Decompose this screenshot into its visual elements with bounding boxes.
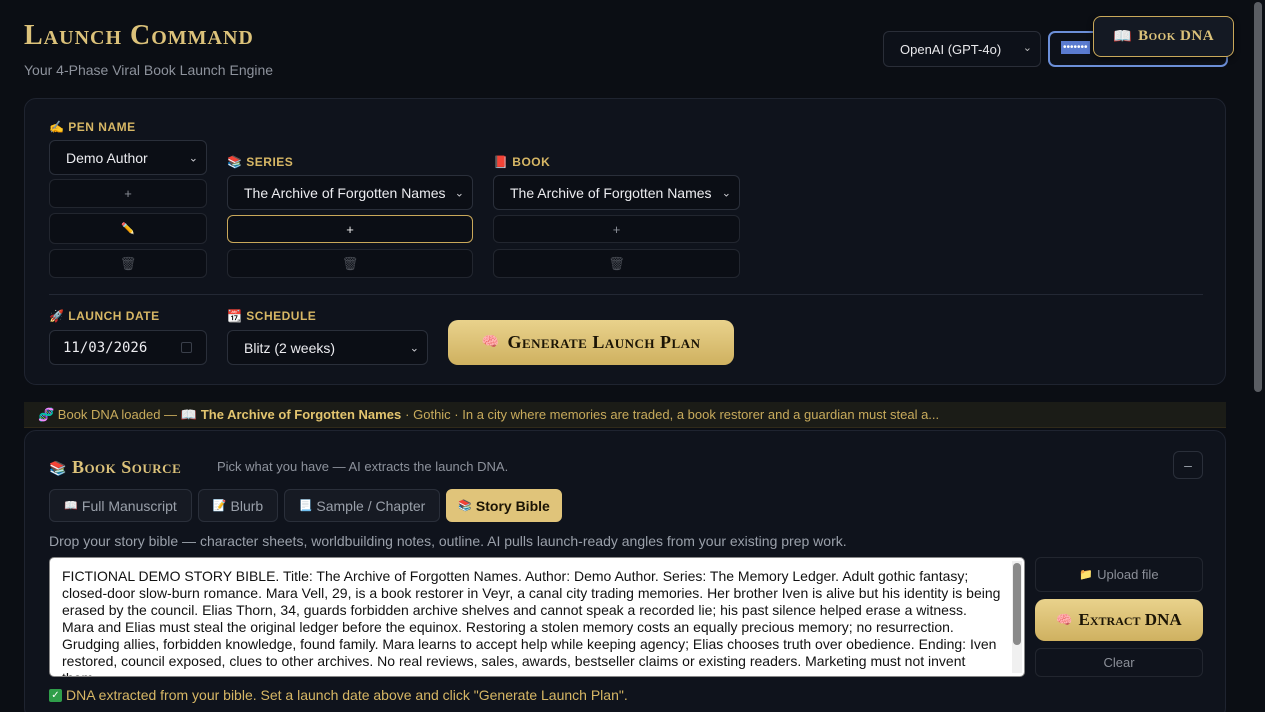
delete-pen-name-button[interactable]: 🗑: [49, 249, 207, 278]
app-title: Launch Command: [24, 20, 254, 51]
add-book-button[interactable]: +: [493, 215, 740, 243]
book-select[interactable]: The Archive of Forgotten Names ⌄: [493, 175, 740, 210]
add-series-button[interactable]: +: [227, 215, 473, 243]
chevron-down-icon: ⌄: [188, 152, 198, 164]
pencil-icon: ✏️: [121, 223, 135, 235]
delete-book-button[interactable]: 🗑: [493, 249, 740, 278]
tab-full-manuscript[interactable]: 📖 Full Manuscript: [49, 489, 192, 522]
clear-button[interactable]: Clear: [1035, 648, 1203, 677]
pen-name-label: ✍ Pen Name: [49, 120, 136, 134]
schedule-select[interactable]: Blitz (2 weeks) ⌄: [227, 330, 428, 365]
api-key-value: •••••••: [1061, 41, 1090, 54]
books-icon: 📚: [458, 500, 472, 512]
schedule-value: Blitz (2 weeks): [244, 339, 336, 356]
book-icon: 📖: [1112, 29, 1133, 45]
calendar-icon[interactable]: [181, 342, 192, 353]
book-value: The Archive of Forgotten Names: [510, 184, 712, 201]
schedule-label: 📆 Schedule: [227, 309, 317, 323]
extract-dna-button[interactable]: 🧠 Extract DNA: [1035, 599, 1203, 641]
book-source-subtitle: Pick what you have — AI extracts the lau…: [217, 459, 509, 474]
check-icon: ✓: [49, 688, 62, 702]
launch-date-input[interactable]: 11/03/2026: [49, 330, 207, 365]
book-dna-button[interactable]: 📖 Book DNA: [1093, 16, 1234, 57]
memo-icon: 📝: [212, 500, 227, 512]
pen-name-select[interactable]: Demo Author ⌄: [49, 140, 207, 175]
series-label: 📚 Series: [227, 155, 294, 169]
add-pen-name-button[interactable]: +: [49, 179, 207, 208]
folder-icon: 📁: [1079, 569, 1094, 581]
series-select[interactable]: The Archive of Forgotten Names ⌄: [227, 175, 473, 210]
textarea-scrollbar[interactable]: [1012, 561, 1022, 673]
generate-label: Generate Launch Plan: [507, 332, 701, 352]
tab-blurb[interactable]: 📝 Blurb: [198, 489, 278, 522]
brain-icon: 🧠: [481, 335, 500, 350]
trash-icon: 🗑: [608, 255, 625, 271]
book-icon: 📖: [64, 500, 78, 512]
source-hint: Drop your story bible — character sheets…: [49, 533, 847, 549]
launch-date-value: 11/03/2026: [63, 339, 148, 356]
calendar-icon: 📆: [227, 309, 243, 323]
edit-pen-name-button[interactable]: ✏️: [49, 213, 207, 244]
red-book-icon: 📕: [493, 155, 509, 169]
app-subtitle: Your 4-Phase Viral Book Launch Engine: [24, 62, 274, 78]
pen-name-value: Demo Author: [66, 149, 148, 166]
books-icon: 📚: [227, 155, 243, 169]
rocket-icon: 🚀: [49, 309, 65, 323]
book-dna-label: Book DNA: [1138, 28, 1215, 44]
books-icon: 📚: [49, 462, 67, 477]
chevron-down-icon: ⌄: [1022, 42, 1032, 54]
dna-loaded-banner: 🧬 Book DNA loaded — 📖 The Archive of For…: [24, 402, 1226, 428]
page-icon: 📃: [298, 500, 313, 512]
upload-file-button[interactable]: 📁 Upload file: [1035, 557, 1203, 592]
series-value: The Archive of Forgotten Names: [244, 184, 446, 201]
provider-select[interactable]: OpenAI (GPT-4o) ⌄: [883, 31, 1041, 67]
setup-panel: ✍ Pen Name Demo Author ⌄ + ✏️ 🗑 📚 Series…: [24, 98, 1226, 385]
divider: [49, 294, 1203, 295]
delete-series-button[interactable]: 🗑: [227, 249, 473, 278]
chevron-down-icon: ⌄: [409, 342, 419, 354]
trash-icon: 🗑: [119, 255, 137, 271]
story-bible-textarea[interactable]: FICTIONAL DEMO STORY BIBLE. Title: The A…: [49, 557, 1025, 677]
extraction-status: ✓ DNA extracted from your bible. Set a l…: [49, 687, 628, 703]
tab-sample-chapter[interactable]: 📃 Sample / Chapter: [284, 489, 440, 522]
book-source-title: 📚 Book Source: [49, 457, 182, 477]
book-source-panel: 📚 Book Source Pick what you have — AI ex…: [24, 430, 1226, 712]
banner-details: · Gothic · In a city where memories are …: [405, 407, 940, 422]
provider-value: OpenAI (GPT-4o): [900, 41, 1002, 57]
launch-date-label: 🚀 Launch Date: [49, 309, 160, 323]
page-scrollbar[interactable]: [1252, 0, 1265, 712]
chevron-down-icon: ⌄: [454, 187, 464, 199]
generate-launch-plan-button[interactable]: 🧠 Generate Launch Plan: [448, 320, 734, 365]
book-label: 📕 Book: [493, 155, 551, 169]
tab-story-bible[interactable]: 📚 Story Bible: [446, 489, 562, 522]
collapse-button[interactable]: –: [1173, 451, 1203, 479]
pen-icon: ✍: [49, 120, 65, 134]
story-bible-text: FICTIONAL DEMO STORY BIBLE. Title: The A…: [62, 568, 1001, 676]
banner-prefix: 🧬 Book DNA loaded — 📖: [38, 406, 197, 422]
brain-icon: 🧠: [1056, 612, 1073, 627]
trash-icon: 🗑: [341, 255, 359, 271]
banner-book-title: The Archive of Forgotten Names: [200, 407, 402, 422]
chevron-down-icon: ⌄: [721, 187, 731, 199]
